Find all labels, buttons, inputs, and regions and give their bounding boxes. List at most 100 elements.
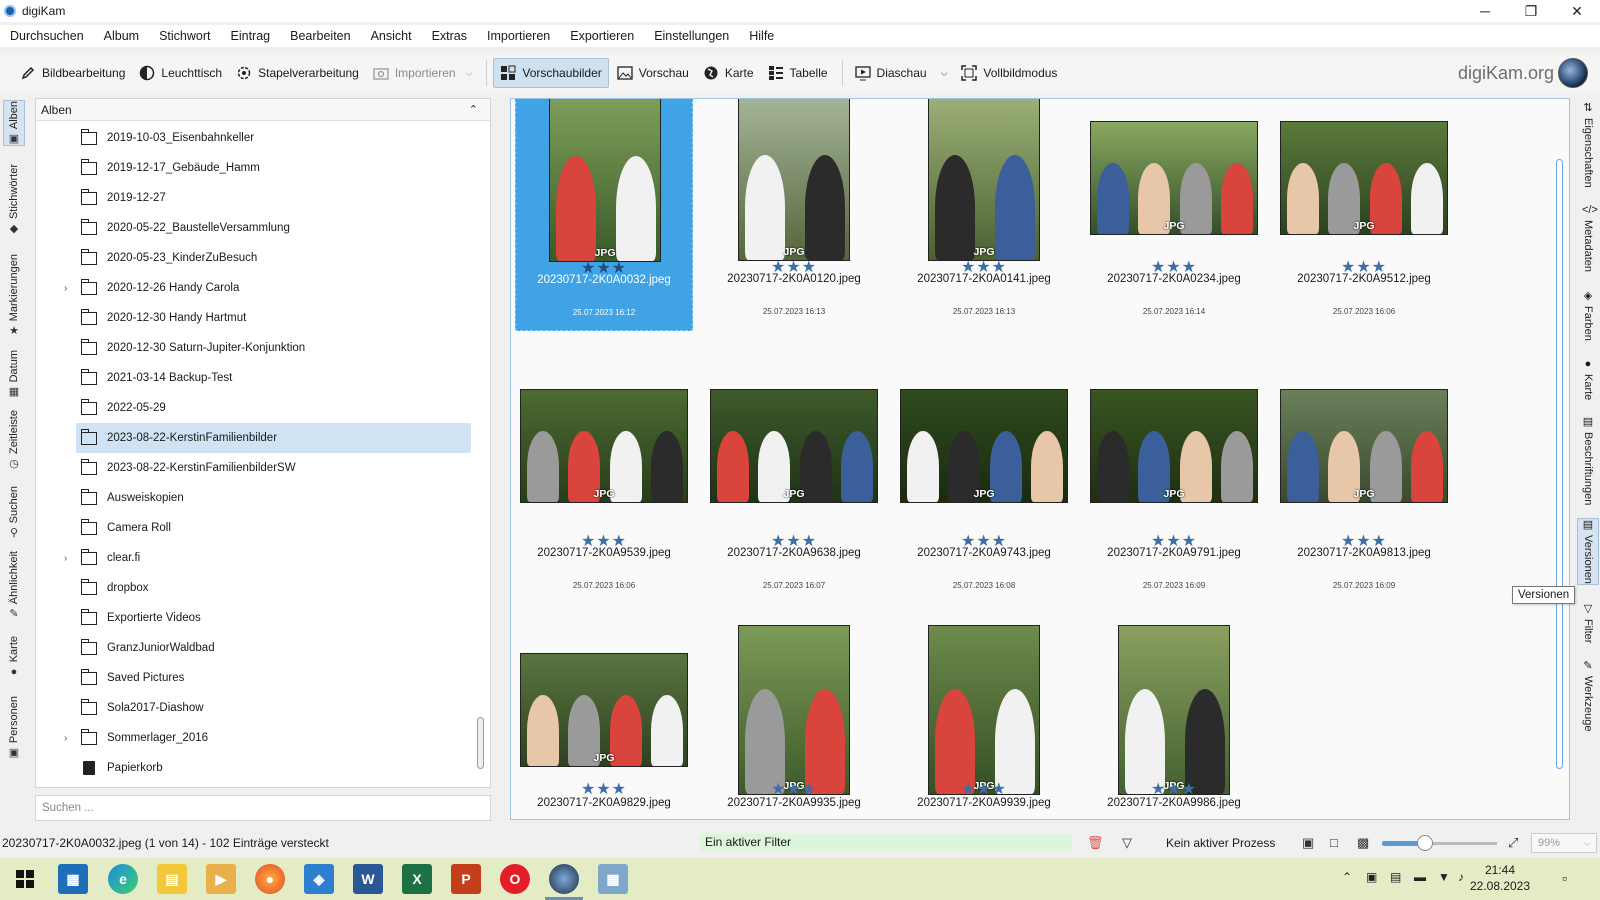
status-filter-indicator[interactable]: Ein aktiver Filter (700, 834, 1072, 851)
thumbnail-item[interactable]: JPG ★★★ 20230717-2K0A9813.jpeg 25.07.2023 1… (1275, 349, 1453, 590)
tab-karte[interactable]: Karte ● (3, 636, 25, 678)
tab-stichwoerter[interactable]: Stichwörter ◆ (3, 164, 25, 235)
album-item[interactable]: GranzJuniorWaldbad (36, 633, 476, 663)
usb-icon[interactable]: ▣ (1366, 870, 1377, 884)
menu-bearbeiten[interactable]: Bearbeiten (284, 29, 356, 43)
media-player-icon[interactable]: ▶ (206, 864, 236, 894)
minimize-button[interactable]: ─ (1462, 0, 1508, 22)
thumbnail-item[interactable]: JPG ★★★ 20230717-2K0A9986.jpeg (1085, 607, 1263, 819)
chevron-down-icon[interactable]: ⌵ (941, 68, 948, 79)
table-view-button[interactable]: Tabelle (762, 58, 834, 88)
notification-icon[interactable]: ▫ (1562, 870, 1567, 886)
album-item[interactable]: 2022-05-29 (36, 393, 476, 423)
menu-importieren[interactable]: Importieren (481, 29, 556, 43)
album-item[interactable]: 2020-12-30 Handy Hartmut (36, 303, 476, 333)
expand-arrow-icon[interactable]: › (64, 283, 67, 294)
album-item[interactable]: › clear.fi (36, 543, 476, 573)
album-item[interactable]: Camera Roll (36, 513, 476, 543)
taskbar-clock[interactable]: 21:44 22.08.2023 (1465, 862, 1535, 894)
thumbnail-item[interactable]: JPG ★★★ 20230717-2K0A9638.jpeg 25.07.2023 1… (705, 349, 883, 590)
photo-viewer-icon[interactable]: ▦ (598, 864, 628, 894)
map-view-button[interactable]: Karte (697, 58, 760, 88)
menu-extras[interactable]: Extras (426, 29, 473, 43)
album-item[interactable]: 2019-12-27 (36, 183, 476, 213)
menu-exportieren[interactable]: Exportieren (564, 29, 640, 43)
thumbnails-view-button[interactable]: Vorschaubilder (493, 58, 609, 88)
menu-stichwort[interactable]: Stichwort (153, 29, 216, 43)
album-item[interactable]: 2020-12-30 Saturn-Jupiter-Konjunktion (36, 333, 476, 363)
album-item[interactable]: 2020-05-22_BaustelleVersammlung (36, 213, 476, 243)
zoom-fit-icon[interactable]: ▣ (1302, 835, 1314, 851)
album-item[interactable]: dropbox (36, 573, 476, 603)
album-scrollbar[interactable] (477, 717, 484, 769)
tab-karte-rechts[interactable]: ● Karte (1577, 358, 1599, 400)
restore-button[interactable]: ❐ (1508, 0, 1554, 22)
tab-markierungen[interactable]: Markierungen ★ (3, 254, 25, 337)
thumbnail-item[interactable]: JPG ★★★ 20230717-2K0A0032.jpeg 25.07.2023 1… (515, 99, 693, 331)
tab-alben[interactable]: Alben ▣ (3, 100, 25, 147)
album-item[interactable]: 2019-10-03_Eisenbahnkeller (36, 123, 476, 153)
chevron-down-icon[interactable]: ⌵ (466, 68, 473, 79)
tab-datum[interactable]: Datum ▦ (3, 350, 25, 398)
rating-stars[interactable]: ★★★ (895, 779, 1073, 799)
slideshow-button[interactable]: Diaschau ⌵ (849, 58, 954, 88)
menu-ansicht[interactable]: Ansicht (365, 29, 418, 43)
album-item[interactable]: Papierkorb (36, 753, 476, 783)
edge-icon[interactable]: e (108, 864, 138, 894)
tab-suchen[interactable]: Suchen ⚲ (3, 486, 25, 539)
opera-icon[interactable]: O (500, 864, 530, 894)
import-button[interactable]: Importieren ⌵ (367, 58, 479, 88)
tab-metadaten[interactable]: </> Metadaten (1577, 204, 1599, 272)
digikam-taskbar-icon[interactable] (545, 864, 583, 900)
thumbnail-item[interactable]: JPG ★★★ 20230717-2K0A9939.jpeg (895, 607, 1073, 819)
chevron-up-icon[interactable]: ⌃ (469, 103, 478, 116)
file-explorer-icon[interactable]: ▤ (157, 864, 187, 894)
album-item[interactable]: Exportierte Videos (36, 603, 476, 633)
tab-personen[interactable]: Personen ▣ (3, 696, 25, 759)
light-table-button[interactable]: Leuchttisch (133, 58, 228, 88)
thumbnail-item[interactable]: JPG ★★★ 20230717-2K0A9935.jpeg (705, 607, 883, 819)
remote-app-icon[interactable]: ◈ (304, 864, 334, 894)
preview-view-button[interactable]: Vorschau (611, 58, 695, 88)
zoom-slider-handle[interactable] (1416, 835, 1433, 851)
expand-arrow-icon[interactable]: › (64, 553, 67, 564)
zoom-100-icon[interactable]: ▩ (1357, 835, 1369, 851)
filter-icon[interactable]: ▽ (1122, 835, 1132, 851)
thumbnail-item[interactable]: JPG ★★★ 20230717-2K0A0120.jpeg 25.07.2023 1… (705, 99, 883, 331)
fullscreen-button[interactable]: Vollbildmodus (955, 58, 1063, 88)
album-item[interactable]: Saved Pictures (36, 663, 476, 693)
speaker-icon[interactable]: ♪ (1458, 870, 1464, 884)
tab-versionen[interactable]: ▤ Versionen (1577, 518, 1599, 585)
thumbnail-item[interactable]: JPG ★★★ 20230717-2K0A9791.jpeg 25.07.2023 1… (1085, 349, 1263, 590)
display-icon[interactable]: ▤ (1390, 870, 1401, 884)
battery-icon[interactable]: ▬ (1414, 870, 1426, 884)
rating-stars[interactable]: ★★★ (705, 779, 883, 799)
zoom-select-icon[interactable]: □ (1330, 835, 1338, 850)
close-button[interactable]: ✕ (1554, 0, 1600, 22)
windows-start-icon[interactable] (10, 864, 40, 894)
tab-zeitleiste[interactable]: Zeitleiste ◷ (3, 410, 25, 470)
batch-queue-button[interactable]: Stapelverarbeitung (230, 58, 365, 88)
store-icon[interactable]: ▦ (58, 864, 88, 894)
rating-stars[interactable]: ★★★ (1085, 779, 1263, 799)
thumbnail-item[interactable]: JPG ★★★ 20230717-2K0A9512.jpeg 25.07.2023 1… (1275, 99, 1453, 331)
thumbnail-item[interactable]: JPG ★★★ 20230717-2K0A9539.jpeg 25.07.2023 1… (515, 349, 693, 590)
album-item[interactable]: 2019-12-17_Gebäude_Hamm (36, 153, 476, 183)
menu-durchsuchen[interactable]: Durchsuchen (4, 29, 90, 43)
menu-eintrag[interactable]: Eintrag (225, 29, 277, 43)
menu-album[interactable]: Album (98, 29, 145, 43)
tab-filter[interactable]: ▽ Filter (1577, 603, 1599, 643)
menu-einstellungen[interactable]: Einstellungen (648, 29, 735, 43)
chevron-up-icon[interactable]: ⌃ (1342, 870, 1352, 884)
zoom-level-select[interactable]: 99% ⌵ (1531, 833, 1597, 853)
album-item[interactable]: 2023-08-22-KerstinFamilienbilderSW (36, 453, 476, 483)
rating-stars[interactable]: ★★★ (515, 779, 693, 799)
thumbnail-item[interactable]: JPG ★★★ 20230717-2K0A9743.jpeg 25.07.2023 1… (895, 349, 1073, 590)
album-item[interactable]: 2020-05-23_KinderZuBesuch (36, 243, 476, 273)
menu-hilfe[interactable]: Hilfe (743, 29, 780, 43)
grid-scrollbar[interactable] (1556, 159, 1563, 769)
expand-arrow-icon[interactable]: › (64, 733, 67, 744)
image-editor-button[interactable]: Bildbearbeitung (14, 58, 131, 88)
album-item[interactable]: Sola2017-Diashow (36, 693, 476, 723)
tab-werkzeuge[interactable]: ✎ Werkzeuge (1577, 660, 1599, 731)
